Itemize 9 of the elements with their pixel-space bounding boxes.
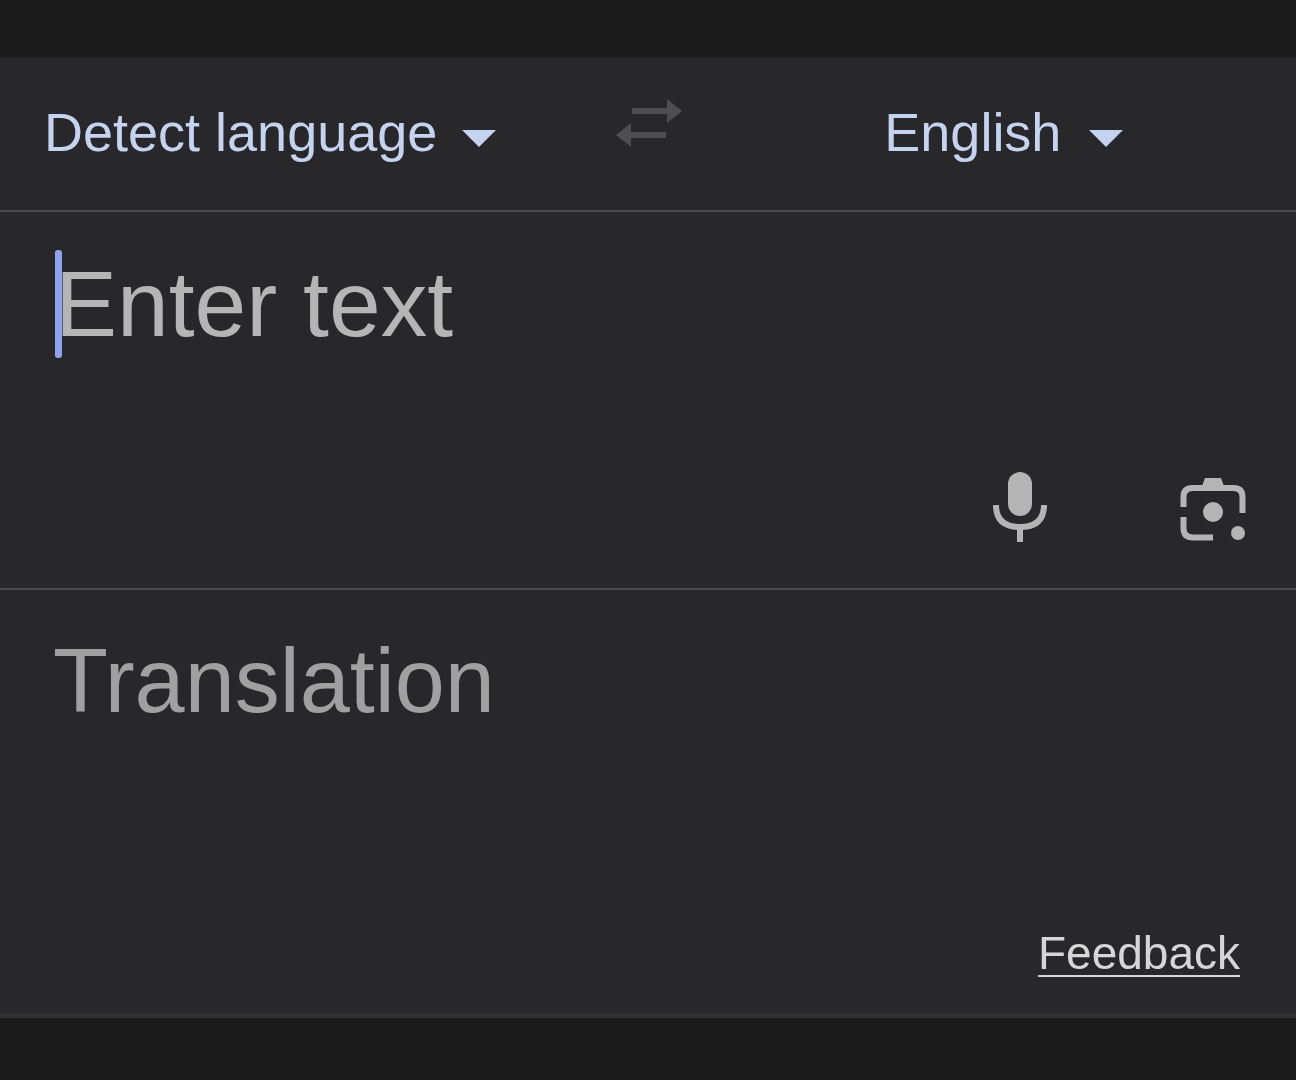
input-field[interactable]: Enter text [44, 238, 1256, 448]
translation-field[interactable]: Translation [53, 636, 1243, 836]
target-language-dropdown[interactable]: English [884, 104, 1124, 163]
camera-search-button[interactable] [1180, 476, 1246, 541]
caret-icon [462, 130, 497, 147]
microphone-button[interactable] [993, 472, 1047, 542]
source-language-dropdown[interactable]: Detect language [44, 104, 497, 163]
feedback-link[interactable]: Feedback [1038, 930, 1240, 976]
caret-icon [1089, 130, 1124, 147]
